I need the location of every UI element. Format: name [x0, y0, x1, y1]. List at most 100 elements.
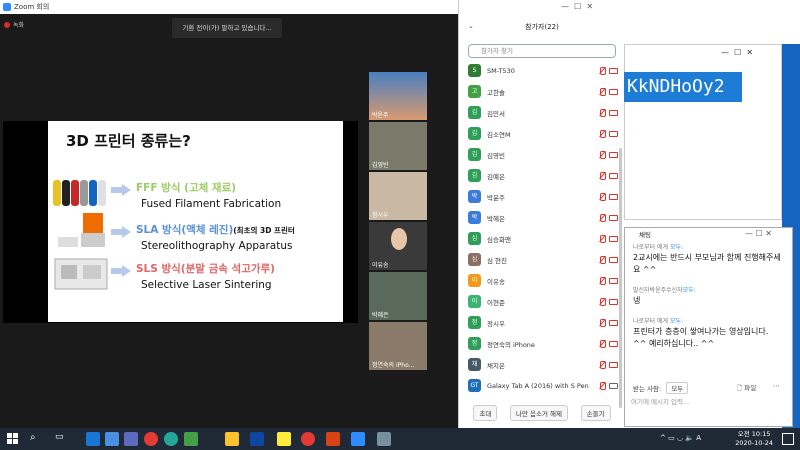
video-tile[interactable]: 정연숙의 iPho...	[369, 322, 427, 370]
camera-icon[interactable]	[609, 151, 618, 158]
camera-icon[interactable]	[609, 88, 618, 95]
participant-row[interactable]: 정 정시우	[468, 312, 618, 333]
muted-mic-icon[interactable]	[598, 318, 606, 327]
participant-row[interactable]: S SM-T530	[468, 60, 618, 81]
chrome-icon[interactable]	[144, 432, 158, 446]
camera-icon[interactable]	[609, 361, 618, 368]
participant-avatar: GT	[468, 379, 481, 392]
participant-row[interactable]: 이 이유송	[468, 270, 618, 291]
participant-row[interactable]: 심 심승화맨	[468, 228, 618, 249]
tray-icons[interactable]: ^ ▭ ◡ 🔈 A	[660, 434, 701, 442]
video-tile[interactable]: 정시우	[369, 172, 427, 220]
participant-name: 박윤주	[487, 193, 505, 202]
camera-icon[interactable]	[609, 277, 618, 284]
participant-row[interactable]: 김 김민서	[468, 102, 618, 123]
participant-row[interactable]: 고 고한솔	[468, 81, 618, 102]
folder-icon[interactable]	[105, 432, 119, 446]
participant-row[interactable]: 김 김예은	[468, 165, 618, 186]
participant-name: 이현준	[487, 298, 505, 307]
scrollbar[interactable]	[619, 148, 622, 408]
video-tile[interactable]: 박혜은	[369, 272, 427, 320]
app-icon[interactable]	[377, 432, 391, 446]
search-icon[interactable]: ⌕	[30, 432, 44, 446]
more-icon[interactable]: ⋯	[773, 382, 780, 390]
store-icon[interactable]	[124, 432, 138, 446]
muted-mic-icon[interactable]	[598, 129, 606, 138]
muted-mic-icon[interactable]	[598, 276, 606, 285]
participant-row[interactable]: 이 이현준	[468, 291, 618, 312]
camera-icon[interactable]	[609, 130, 618, 137]
video-tile[interactable]: 이유송	[369, 222, 427, 270]
start-icon[interactable]	[6, 432, 20, 446]
participant-avatar: 이	[468, 274, 481, 287]
participant-row[interactable]: 정 정연숙의 iPhone	[468, 333, 618, 354]
sticky-notes-icon[interactable]	[225, 432, 239, 446]
muted-mic-icon[interactable]	[598, 108, 606, 117]
participant-avatar: 김	[468, 127, 481, 140]
muted-mic-icon[interactable]	[598, 192, 606, 201]
camera-icon[interactable]	[609, 256, 618, 263]
chat-message: 2교시에는 반드시 부모님과 함께 진행해주세요 ^^	[633, 253, 781, 274]
mail-icon[interactable]	[86, 432, 100, 446]
muted-mic-icon[interactable]	[598, 360, 606, 369]
photoshop-icon[interactable]	[250, 432, 264, 446]
app-icon[interactable]	[184, 432, 198, 446]
file-button[interactable]: 🗋 파일	[737, 382, 756, 395]
participant-row[interactable]: 박 박윤주	[468, 186, 618, 207]
muted-mic-icon[interactable]	[598, 297, 606, 306]
muted-mic-icon[interactable]	[598, 255, 606, 264]
chat-recipient: 받는 사람: 모두	[633, 382, 689, 394]
window-controls[interactable]: — ☐ ✕	[745, 229, 791, 238]
invite-button[interactable]: 초대	[473, 405, 498, 421]
camera-icon[interactable]	[609, 172, 618, 179]
muted-mic-icon[interactable]	[598, 213, 606, 222]
task-view-icon[interactable]: ▭	[55, 432, 69, 446]
unmute-self-button[interactable]: 나만 음소거 해제	[510, 405, 568, 421]
kakaotalk-icon[interactable]	[277, 432, 291, 446]
participants-panel: ⌄ 참가자(22) — ☐ ✕ 참가자 찾기 S SM-T530 고 고한솔 김 김민서 김…	[458, 0, 624, 428]
camera-icon[interactable]	[609, 235, 618, 242]
camera-icon[interactable]	[609, 109, 618, 116]
chrome-icon[interactable]	[301, 432, 315, 446]
camera-icon[interactable]	[609, 340, 618, 347]
video-tile[interactable]: 김영빈	[369, 122, 427, 170]
participant-row[interactable]: GT Galaxy Tab A (2016) with S Pen	[468, 375, 618, 396]
zoom-icon[interactable]	[351, 432, 365, 446]
participant-name: 정연숙의 iPhone	[487, 340, 535, 349]
window-controls[interactable]: — ☐ ✕	[561, 2, 621, 11]
chat-input[interactable]: 여기에 메시지 입력...	[631, 396, 781, 406]
muted-mic-icon[interactable]	[598, 171, 606, 180]
camera-icon[interactable]	[609, 298, 618, 305]
muted-mic-icon[interactable]	[598, 66, 606, 75]
row-english: Stereolithography Apparatus	[141, 240, 293, 252]
participant-avatar: 채	[468, 358, 481, 371]
notification-icon[interactable]	[782, 433, 794, 445]
participant-row[interactable]: 심 심 현진	[468, 249, 618, 270]
raise-hand-button[interactable]: 손들기	[580, 405, 611, 421]
to-label: 받는 사람:	[633, 385, 662, 393]
video-tile[interactable]: 박윤주	[369, 72, 427, 120]
powerpoint-icon[interactable]	[326, 432, 340, 446]
muted-mic-icon[interactable]	[598, 339, 606, 348]
participant-row[interactable]: 김 김소연M	[468, 123, 618, 144]
recording-indicator[interactable]: 녹화	[4, 20, 24, 29]
recipient-select[interactable]: 모두	[666, 382, 689, 394]
edge-icon[interactable]	[164, 432, 178, 446]
participant-search-input[interactable]: 참가자 찾기	[468, 44, 616, 58]
participant-row[interactable]: 박 박혜은	[468, 207, 618, 228]
window-controls[interactable]: — ☐ ✕	[721, 48, 781, 57]
background-window[interactable]: — ☐ ✕	[624, 44, 782, 220]
muted-mic-icon[interactable]	[598, 87, 606, 96]
participant-row[interactable]: 채 채지은	[468, 354, 618, 375]
camera-icon[interactable]	[609, 382, 618, 389]
camera-icon[interactable]	[609, 67, 618, 74]
participant-avatar: 박	[468, 211, 481, 224]
muted-mic-icon[interactable]	[598, 234, 606, 243]
camera-icon[interactable]	[609, 319, 618, 326]
camera-icon[interactable]	[609, 193, 618, 200]
participant-row[interactable]: 김 김영빈	[468, 144, 618, 165]
muted-mic-icon[interactable]	[598, 381, 606, 390]
camera-icon[interactable]	[609, 214, 618, 221]
muted-mic-icon[interactable]	[598, 150, 606, 159]
clock[interactable]: 오전 10:15 2020-10-24	[735, 430, 773, 448]
